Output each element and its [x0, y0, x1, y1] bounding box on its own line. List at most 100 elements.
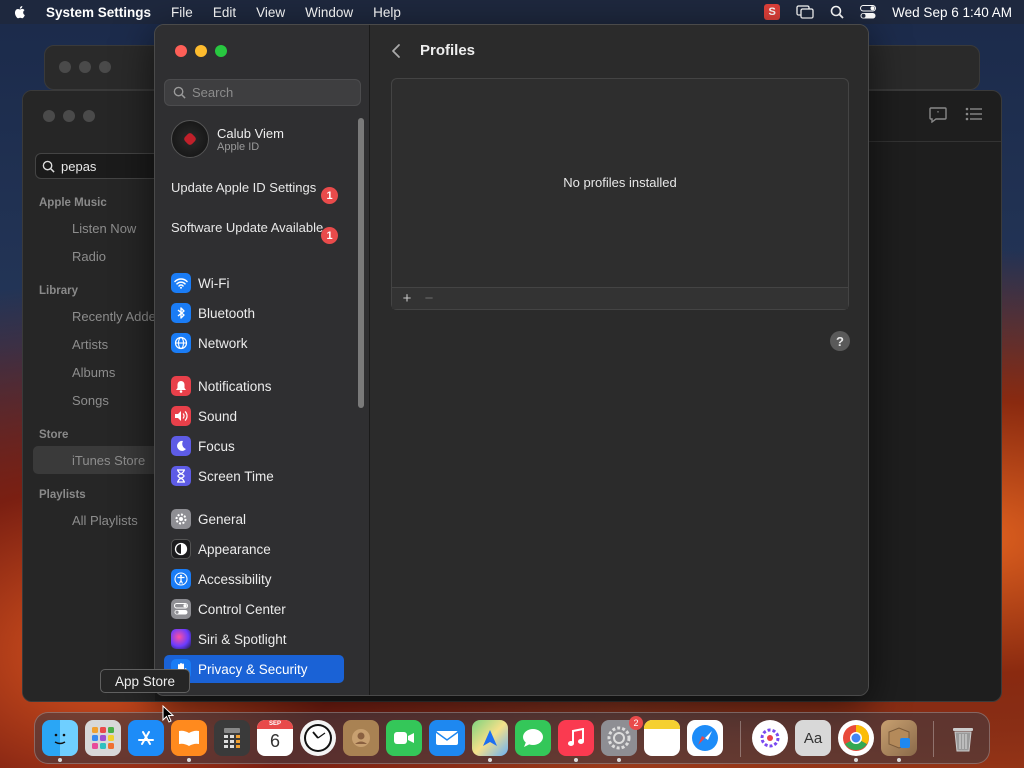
sidebar-item-accessibility[interactable]: Accessibility — [164, 565, 344, 593]
calculator-icon[interactable] — [214, 720, 250, 756]
music-icon[interactable] — [558, 720, 594, 756]
wifi-icon — [171, 273, 191, 293]
zoom-button[interactable] — [215, 45, 227, 57]
moon-icon — [171, 436, 191, 456]
apple-menu-icon[interactable] — [12, 4, 28, 20]
minimize-button[interactable] — [195, 45, 207, 57]
spotlight-search-icon[interactable] — [830, 5, 844, 19]
sidebar-item-siri-spotlight[interactable]: Siri & Spotlight — [164, 625, 344, 653]
menu-edit[interactable]: Edit — [213, 5, 236, 20]
add-profile-button[interactable]: + — [396, 290, 418, 307]
dock-tooltip: App Store — [100, 669, 190, 693]
mouse-cursor-icon — [162, 705, 174, 723]
sidebar-item-focus[interactable]: Focus — [164, 432, 344, 460]
sidebar-item-control-center[interactable]: Control Center — [164, 595, 344, 623]
sidebar-item-network[interactable]: Network — [164, 329, 344, 357]
search-placeholder: Search — [192, 85, 234, 100]
sidebar-item-label: General — [198, 511, 247, 527]
sidebar-item-label: Wi-Fi — [198, 275, 230, 291]
sidebar-item-general[interactable]: General — [164, 505, 344, 533]
books-icon[interactable] — [171, 720, 207, 756]
profiles-list-toolbar: + − — [392, 287, 848, 309]
sidebar-item-screen-time[interactable]: Screen Time — [164, 462, 344, 490]
remove-profile-button[interactable]: − — [418, 290, 440, 307]
mail-icon[interactable] — [429, 720, 465, 756]
facetime-icon[interactable] — [386, 720, 422, 756]
menu-file[interactable]: File — [171, 5, 193, 20]
system-settings-window[interactable]: Search Calub Viem Apple ID Update Apple … — [154, 24, 869, 696]
sidebar-item-sound[interactable]: Sound — [164, 402, 344, 430]
sidebar-item-wifi[interactable]: Wi-Fi — [164, 269, 344, 297]
sidebar-item-label: Privacy & Security — [198, 661, 308, 677]
section-library: Library — [39, 285, 78, 297]
speaker-icon — [171, 406, 191, 426]
music-item-all-playlists[interactable]: All Playlists — [72, 513, 138, 528]
apple-id-account[interactable]: Calub Viem Apple ID — [171, 120, 284, 158]
inactive-zoom-button[interactable] — [99, 61, 111, 73]
sidebar-item-label: Appearance — [198, 541, 271, 557]
safari-icon[interactable] — [687, 720, 723, 756]
screen-mirroring-icon[interactable] — [796, 5, 814, 19]
music-item-itunes-store[interactable]: iTunes Store — [72, 453, 145, 468]
trash-icon[interactable] — [945, 720, 981, 756]
update-apple-id-notice[interactable]: Update Apple ID Settings — [171, 180, 341, 196]
lyrics-icon[interactable]: " — [929, 107, 947, 123]
avatar — [171, 120, 209, 158]
sidebar-item-privacy-security[interactable]: Privacy & Security — [164, 655, 344, 683]
sidebar-item-appearance[interactable]: Appearance — [164, 535, 344, 563]
menubar-clock[interactable]: Wed Sep 6 1:40 AM — [892, 5, 1012, 20]
profiles-list[interactable]: No profiles installed + − — [391, 78, 849, 310]
inactive-minimize-button[interactable] — [79, 61, 91, 73]
music-minimize-button[interactable] — [63, 110, 75, 122]
calendar-icon[interactable]: SEP 6 — [257, 720, 293, 756]
inactive-close-button[interactable] — [59, 61, 71, 73]
menu-window[interactable]: Window — [305, 5, 353, 20]
sidebar-item-label: Network — [198, 335, 248, 351]
account-subtitle: Apple ID — [217, 140, 260, 153]
close-button[interactable] — [175, 45, 187, 57]
clock-icon[interactable] — [300, 720, 336, 756]
app-store-icon[interactable] — [128, 720, 164, 756]
notes-icon[interactable] — [644, 720, 680, 756]
back-chevron-icon[interactable] — [390, 43, 402, 59]
status-s-icon[interactable]: S — [764, 4, 781, 20]
chrome-icon[interactable] — [838, 720, 874, 756]
svg-text:": " — [937, 111, 940, 118]
music-item-songs[interactable]: Songs — [72, 393, 109, 408]
maps-icon[interactable] — [472, 720, 508, 756]
setapp-gear-icon[interactable] — [752, 720, 788, 756]
menu-help[interactable]: Help — [373, 5, 401, 20]
app-name-menu[interactable]: System Settings — [46, 5, 151, 20]
music-item-listen-now[interactable]: Listen Now — [72, 221, 136, 236]
software-update-notice[interactable]: Software Update Available — [171, 220, 341, 236]
music-item-albums[interactable]: Albums — [72, 365, 115, 380]
sidebar-item-label: Control Center — [198, 601, 286, 617]
calendar-month: SEP — [257, 720, 293, 729]
menu-view[interactable]: View — [256, 5, 285, 20]
music-item-artists[interactable]: Artists — [72, 337, 108, 352]
sidebar-item-bluetooth[interactable]: Bluetooth — [164, 299, 344, 327]
settings-content: Profiles No profiles installed + − ? — [370, 25, 868, 695]
dictionary-icon[interactable]: Aa — [795, 720, 831, 756]
contacts-icon[interactable] — [343, 720, 379, 756]
music-close-button[interactable] — [43, 110, 55, 122]
music-item-recently-added[interactable]: Recently Added — [72, 309, 163, 324]
help-button[interactable]: ? — [830, 331, 850, 351]
launchpad-icon[interactable] — [85, 720, 121, 756]
settings-search-input[interactable]: Search — [164, 79, 361, 106]
archive-box-icon[interactable] — [881, 720, 917, 756]
search-icon — [42, 160, 55, 173]
sidebar-item-label: Sound — [198, 408, 238, 424]
sidebar-scrollbar[interactable] — [358, 118, 364, 408]
music-item-radio[interactable]: Radio — [72, 249, 106, 264]
siri-icon — [171, 629, 191, 649]
music-zoom-button[interactable] — [83, 110, 95, 122]
control-center-icon[interactable] — [860, 5, 877, 19]
dock: SEP 6 2 Aa — [34, 712, 990, 764]
messages-icon[interactable] — [515, 720, 551, 756]
hourglass-icon — [171, 466, 191, 486]
sidebar-item-label: Focus — [198, 438, 235, 454]
sidebar-item-notifications[interactable]: Notifications — [164, 372, 344, 400]
finder-icon[interactable] — [42, 720, 78, 756]
queue-list-icon[interactable] — [965, 107, 983, 121]
